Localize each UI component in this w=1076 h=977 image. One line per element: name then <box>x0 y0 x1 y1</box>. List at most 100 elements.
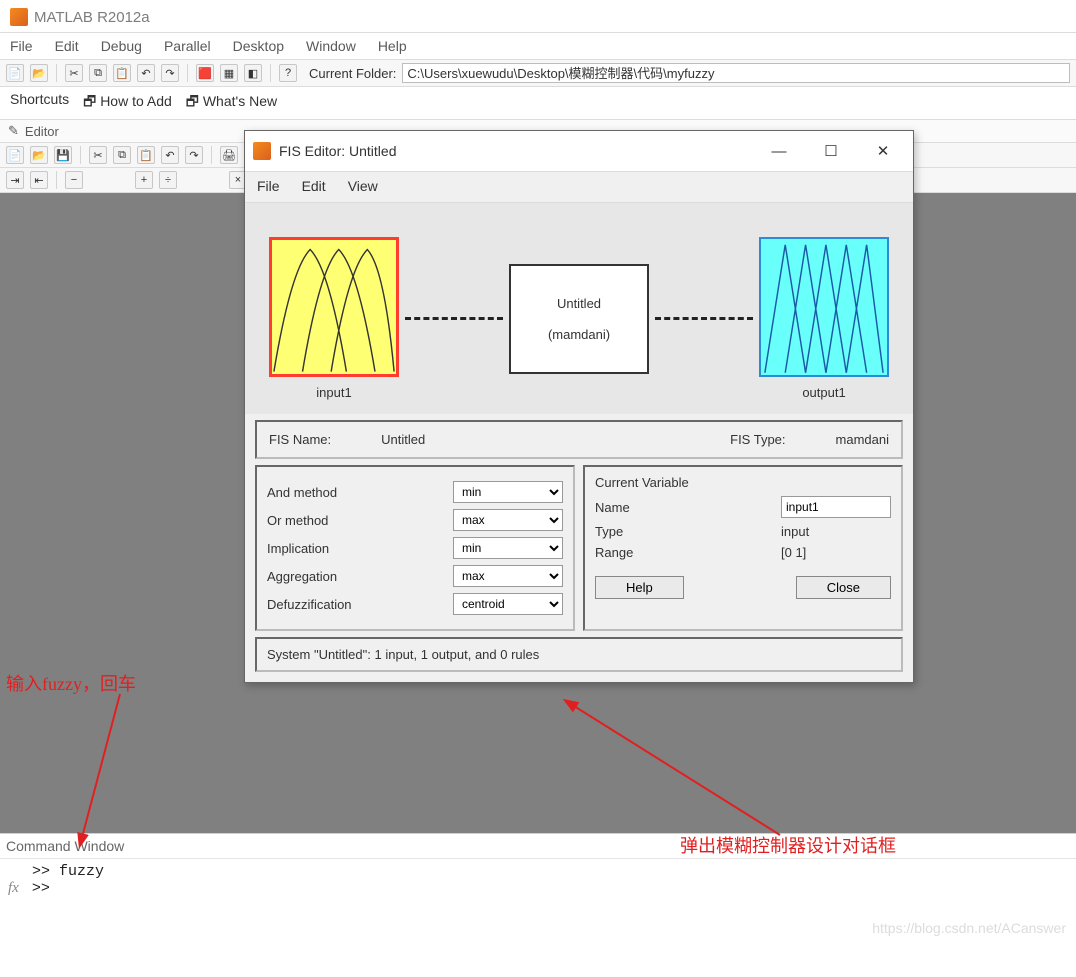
implication-select[interactable]: min <box>453 537 563 559</box>
var-range-value: [0 1] <box>781 545 891 560</box>
divide-icon[interactable]: ÷ <box>159 171 177 189</box>
fis-window-title: FIS Editor: Untitled <box>279 143 749 159</box>
system-name: Untitled <box>557 296 601 311</box>
fis-type-value: mamdani <box>836 432 889 447</box>
fis-status-bar: System "Untitled": 1 input, 1 output, an… <box>255 637 903 672</box>
fis-name-label: FIS Name: <box>269 432 331 447</box>
cmd-line-2: fx >> <box>8 880 1068 897</box>
open-script-icon[interactable]: 📂 <box>30 146 48 164</box>
shortcut-how-to-add[interactable]: 🗗 How to Add <box>83 91 172 115</box>
fis-menu-edit[interactable]: Edit <box>302 178 326 194</box>
simulink-icon[interactable]: 🟥 <box>196 64 214 82</box>
maximize-button[interactable]: ☐ <box>809 137 853 165</box>
indent-icon[interactable]: ⇥ <box>6 171 24 189</box>
defuzz-select[interactable]: centroid <box>453 593 563 615</box>
outdent-icon[interactable]: ⇤ <box>30 171 48 189</box>
var-range-label: Range <box>595 545 781 560</box>
editor-icon: ✎ <box>8 123 19 139</box>
current-folder-label: Current Folder: <box>309 66 396 81</box>
separator <box>56 171 57 189</box>
connector-line <box>405 317 503 320</box>
input-node[interactable]: input1 <box>269 237 399 400</box>
profiler-icon[interactable]: ◧ <box>244 64 262 82</box>
current-folder-path[interactable]: C:\Users\xuewudu\Desktop\模糊控制器\代码\myfuzz… <box>402 63 1070 83</box>
menu-edit[interactable]: Edit <box>55 38 79 54</box>
var-name-label: Name <box>595 500 781 515</box>
fis-diagram-canvas: input1 Untitled (mamdani) <box>245 203 913 414</box>
fis-menu-view[interactable]: View <box>348 178 378 194</box>
cut-icon-2[interactable]: ✂ <box>89 146 107 164</box>
save-icon[interactable]: 💾 <box>54 146 72 164</box>
matlab-logo-icon <box>253 142 271 160</box>
guide-icon[interactable]: ▦ <box>220 64 238 82</box>
menu-parallel[interactable]: Parallel <box>164 38 211 54</box>
and-method-select[interactable]: min <box>453 481 563 503</box>
aggregation-select[interactable]: max <box>453 565 563 587</box>
separator <box>211 146 212 164</box>
shortcuts-label: Shortcuts <box>10 91 69 115</box>
membership-curves-icon <box>272 240 396 374</box>
output-label: output1 <box>759 385 889 400</box>
cut-icon[interactable]: ✂ <box>65 64 83 82</box>
or-method-select[interactable]: max <box>453 509 563 531</box>
minus-icon[interactable]: − <box>65 171 83 189</box>
current-variable-panel: Current Variable Name Type input Range [… <box>583 465 903 631</box>
new-script-icon[interactable]: 📄 <box>6 146 24 164</box>
app-titlebar: MATLAB R2012a <box>0 0 1076 33</box>
paste-icon[interactable]: 📋 <box>113 64 131 82</box>
new-file-icon[interactable]: 📄 <box>6 64 24 82</box>
menu-file[interactable]: File <box>10 38 33 54</box>
menu-desktop[interactable]: Desktop <box>233 38 284 54</box>
copy-icon[interactable]: ⧉ <box>89 64 107 82</box>
fis-menubar: File Edit View <box>245 172 913 203</box>
aggregation-label: Aggregation <box>267 569 453 584</box>
close-button[interactable]: ✕ <box>861 137 905 165</box>
separator <box>187 64 188 82</box>
open-icon[interactable]: 📂 <box>30 64 48 82</box>
annotation-left: 输入fuzzy，回车 <box>6 670 136 696</box>
implication-label: Implication <box>267 541 453 556</box>
menu-window[interactable]: Window <box>306 38 356 54</box>
fis-menu-file[interactable]: File <box>257 178 280 194</box>
system-node[interactable]: Untitled (mamdani) <box>509 264 649 374</box>
command-window-body[interactable]: >> fuzzy fx >> <box>0 859 1076 977</box>
plus-icon[interactable]: + <box>135 171 153 189</box>
menu-help[interactable]: Help <box>378 38 407 54</box>
current-variable-header: Current Variable <box>595 475 891 490</box>
redo-icon-2[interactable]: ↷ <box>185 146 203 164</box>
separator <box>270 64 271 82</box>
and-method-label: And method <box>267 485 453 500</box>
minimize-button[interactable]: — <box>757 137 801 165</box>
annotation-right: 弹出模糊控制器设计对话框 <box>680 832 896 858</box>
fx-icon[interactable]: fx <box>8 880 19 896</box>
command-window-title: Command Window <box>0 834 1076 859</box>
methods-panel: And method min Or method max Implication… <box>255 465 575 631</box>
menu-debug[interactable]: Debug <box>101 38 142 54</box>
output-node[interactable]: output1 <box>759 237 889 400</box>
fis-settings-grid: And method min Or method max Implication… <box>255 465 903 631</box>
app-title: MATLAB R2012a <box>34 9 150 26</box>
separator <box>56 64 57 82</box>
paste-icon-2[interactable]: 📋 <box>137 146 155 164</box>
system-type: (mamdani) <box>548 327 610 342</box>
fis-name-value: Untitled <box>381 432 425 447</box>
fis-info-panel: FIS Name: Untitled FIS Type: mamdani <box>255 420 903 459</box>
cmd-line-1: >> fuzzy <box>8 863 1068 880</box>
undo-icon[interactable]: ↶ <box>137 64 155 82</box>
matlab-logo-icon <box>10 8 28 26</box>
var-type-value: input <box>781 524 891 539</box>
help-icon[interactable]: ? <box>279 64 297 82</box>
var-name-input[interactable] <box>781 496 891 518</box>
redo-icon[interactable]: ↷ <box>161 64 179 82</box>
membership-triangles-icon <box>761 239 887 375</box>
print-icon[interactable]: 🖨 <box>220 146 238 164</box>
defuzz-label: Defuzzification <box>267 597 453 612</box>
separator <box>80 146 81 164</box>
command-window: Command Window >> fuzzy fx >> <box>0 833 1076 977</box>
undo-icon-2[interactable]: ↶ <box>161 146 179 164</box>
fis-titlebar[interactable]: FIS Editor: Untitled — ☐ ✕ <box>245 131 913 172</box>
help-button[interactable]: Help <box>595 576 684 599</box>
copy-icon-2[interactable]: ⧉ <box>113 146 131 164</box>
shortcut-whats-new[interactable]: 🗗 What's New <box>186 91 277 115</box>
close-button-panel[interactable]: Close <box>796 576 891 599</box>
